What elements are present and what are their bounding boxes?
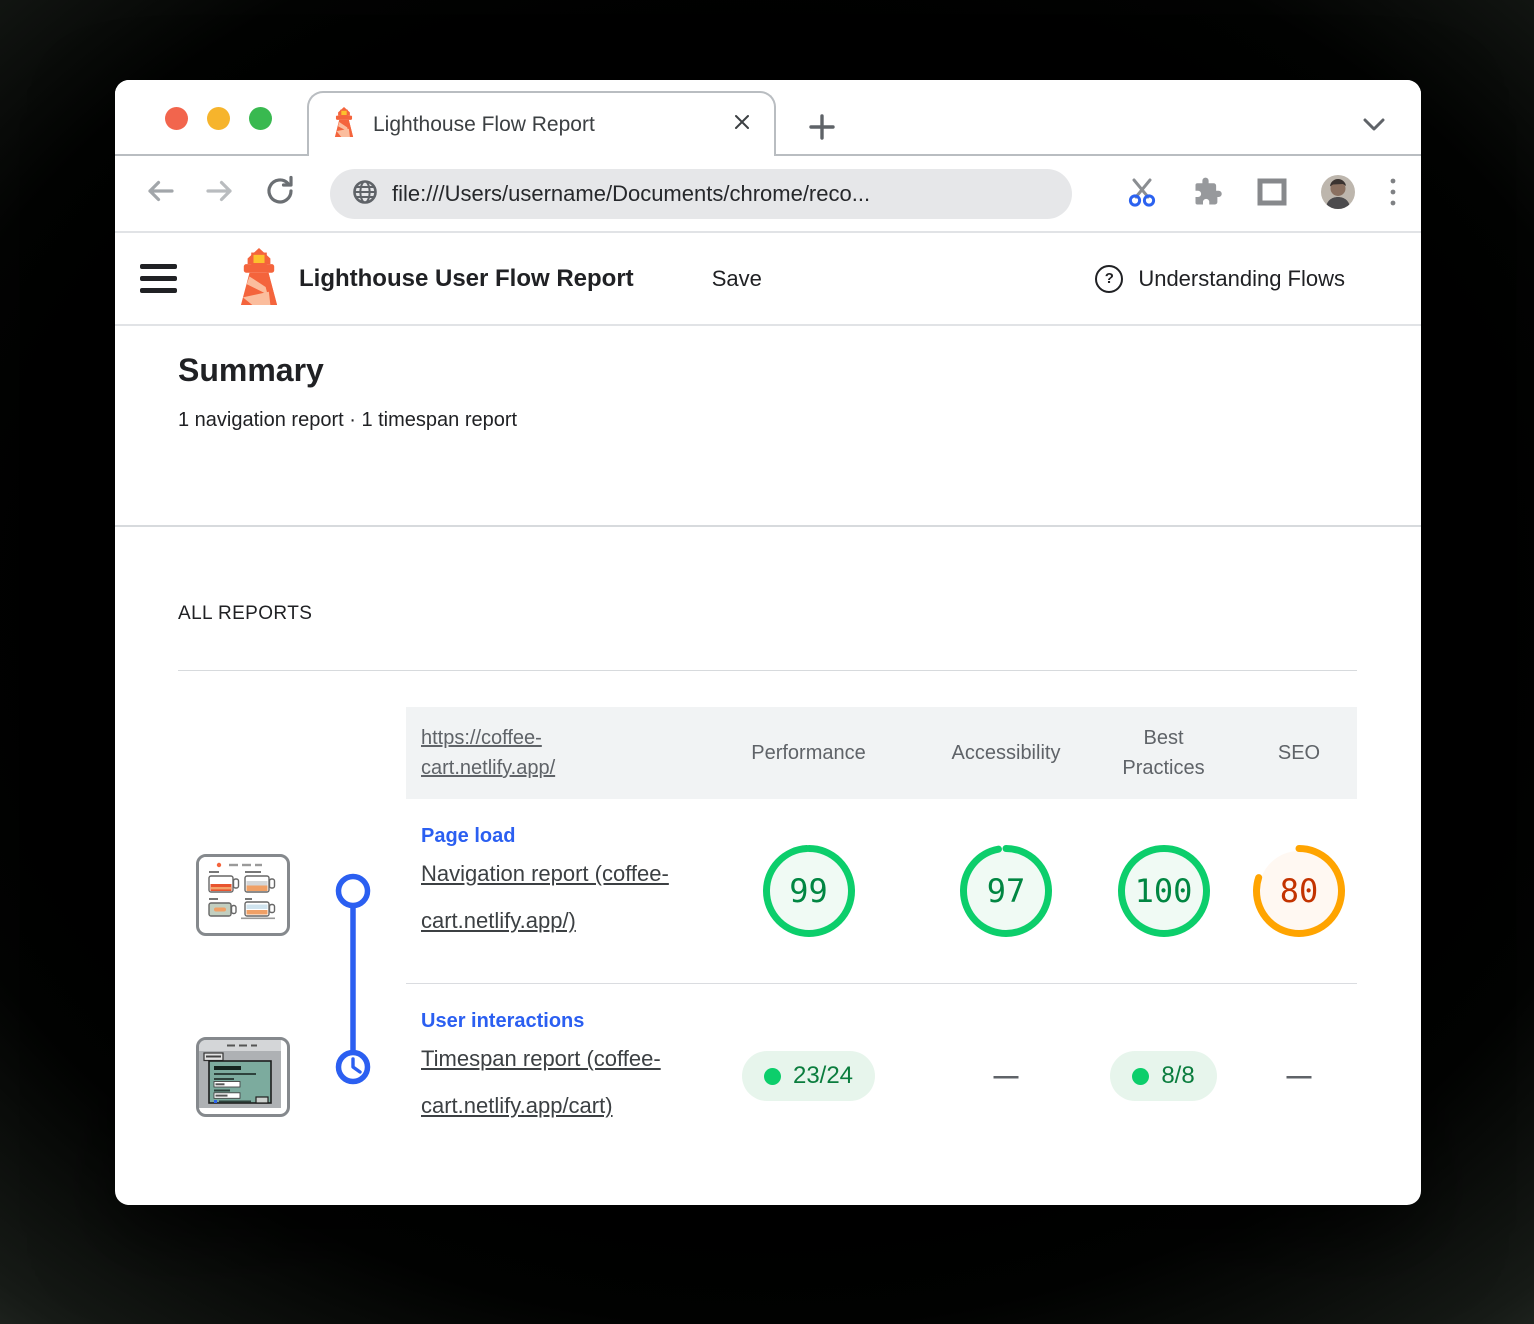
pass-dot-icon: [1132, 1068, 1149, 1085]
screenshot-stage: Lighthouse Flow Report: [0, 0, 1534, 1324]
summary-subtitle: 1 navigation report · 1 timespan report: [178, 409, 1421, 432]
navigation-step-marker-icon: [339, 877, 368, 906]
tab-close-icon[interactable]: [732, 112, 752, 137]
reload-icon[interactable]: [263, 174, 297, 213]
forward-arrow-icon[interactable]: [203, 174, 237, 213]
table-row-navigation: Page load Navigation report (coffee-cart…: [406, 799, 1357, 983]
app-title: Lighthouse User Flow Report: [299, 265, 634, 293]
address-bar[interactable]: file:///Users/username/Documents/chrome/…: [330, 169, 1072, 219]
tab-strip: Lighthouse Flow Report: [115, 80, 1421, 156]
pass-dot-icon: [764, 1068, 781, 1085]
best-practices-score-gauge[interactable]: 100: [1118, 845, 1210, 937]
lighthouse-favicon-icon: [331, 107, 357, 142]
reports-table: https://coffee-cart.netlify.app/ Perform…: [406, 707, 1357, 1168]
timespan-report-thumbnail[interactable]: [196, 1037, 290, 1117]
tab-title: Lighthouse Flow Report: [373, 113, 732, 137]
column-header-best-practices: Best Practices: [1086, 723, 1241, 783]
navigation-report-thumbnail[interactable]: [196, 854, 290, 936]
flow-timeline: [331, 869, 375, 1094]
hamburger-menu-icon[interactable]: [140, 264, 177, 293]
report-type-label: User interactions: [421, 1010, 691, 1033]
best-practices-audits-badge[interactable]: 8/8: [1110, 1051, 1216, 1101]
table-row-timespan: User interactions Timespan report (coffe…: [406, 983, 1357, 1168]
accessibility-no-score-dash: —: [994, 1062, 1019, 1091]
profile-avatar[interactable]: [1321, 175, 1355, 214]
site-url-link[interactable]: https://coffee-cart.netlify.app/: [421, 723, 601, 783]
lighthouse-app-header: Lighthouse User Flow Report Save ? Under…: [115, 233, 1421, 326]
extensions-puzzle-icon[interactable]: [1193, 177, 1223, 212]
traffic-lights: [165, 107, 272, 130]
understanding-flows-label: Understanding Flows: [1138, 266, 1345, 292]
understanding-flows-link[interactable]: ? Understanding Flows: [1095, 265, 1345, 293]
back-arrow-icon[interactable]: [143, 174, 177, 213]
zoom-window-button[interactable]: [249, 107, 272, 130]
help-circle-icon: ?: [1095, 265, 1123, 293]
accessibility-score-gauge[interactable]: 97: [960, 845, 1052, 937]
summary-title: Summary: [178, 352, 1421, 389]
globe-icon: [352, 179, 378, 210]
url-text[interactable]: file:///Users/username/Documents/chrome/…: [392, 181, 870, 207]
minimize-window-button[interactable]: [207, 107, 230, 130]
report-type-label: Page load: [421, 825, 691, 848]
all-reports-label: ALL REPORTS: [178, 603, 1421, 625]
tab-search-chevron-icon[interactable]: [1363, 118, 1385, 136]
save-button[interactable]: Save: [712, 266, 762, 292]
performance-score-gauge[interactable]: 99: [763, 845, 855, 937]
more-vert-icon[interactable]: [1389, 176, 1397, 213]
scissors-icon[interactable]: [1125, 175, 1159, 214]
seo-no-score-dash: —: [1287, 1062, 1312, 1091]
lighthouse-logo-icon: [237, 248, 281, 310]
column-header-performance: Performance: [691, 742, 926, 765]
column-header-accessibility: Accessibility: [926, 742, 1086, 765]
browser-tab[interactable]: Lighthouse Flow Report: [307, 91, 776, 156]
close-window-button[interactable]: [165, 107, 188, 130]
browser-window: Lighthouse Flow Report: [115, 80, 1421, 1205]
side-panel-icon[interactable]: [1257, 178, 1287, 211]
reports-section: https://coffee-cart.netlify.app/ Perform…: [115, 671, 1421, 1169]
browser-toolbar: file:///Users/username/Documents/chrome/…: [115, 156, 1421, 233]
reports-table-header: https://coffee-cart.netlify.app/ Perform…: [406, 707, 1357, 799]
column-header-seo: SEO: [1241, 742, 1357, 765]
performance-audits-badge[interactable]: 23/24: [742, 1051, 875, 1101]
seo-score-gauge[interactable]: 80: [1253, 845, 1345, 937]
new-tab-button[interactable]: [807, 112, 837, 142]
summary-section: Summary 1 navigation report · 1 timespan…: [115, 326, 1421, 527]
